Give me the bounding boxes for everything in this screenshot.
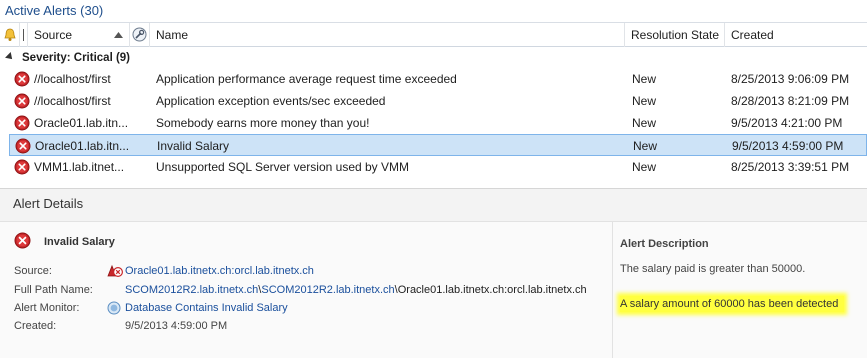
critical-error-icon	[14, 159, 30, 175]
row-created: 9/5/2013 4:21:00 PM	[731, 116, 843, 130]
column-header-resolution-state[interactable]: Resolution State	[625, 23, 725, 47]
full-path-link-2[interactable]: SCOM2012R2.lab.itnetx.ch	[261, 284, 394, 296]
table-row[interactable]: Oracle01.lab.itn... Invalid Salary New 9/5/…	[9, 134, 867, 156]
column-header-created[interactable]: Created	[725, 23, 867, 47]
critical-error-icon	[14, 115, 30, 131]
table-row[interactable]: //localhost/first Application exception e…	[9, 90, 867, 112]
row-resolution-state: New	[632, 94, 657, 108]
severity-group-row[interactable]: Severity: Critical (9)	[0, 50, 867, 68]
row-resolution-state: New	[632, 72, 657, 86]
full-path-field-label: Full Path Name:	[14, 284, 93, 296]
row-source: Oracle01.lab.itn...	[34, 116, 129, 130]
table-row[interactable]: VMM1.lab.itnet... Unsupported SQL Server …	[9, 156, 867, 178]
column-header-maintenance[interactable]	[130, 23, 150, 47]
monitor-link[interactable]: Database Contains Invalid Salary	[125, 302, 288, 314]
row-resolution-state: New	[632, 160, 657, 174]
row-name: Invalid Salary	[157, 139, 230, 153]
row-severity	[14, 115, 30, 131]
source-error-icon	[107, 264, 123, 277]
row-created: 8/25/2013 9:06:09 PM	[731, 72, 850, 86]
column-header-name[interactable]: Name	[150, 23, 625, 47]
row-source: VMM1.lab.itnet...	[34, 160, 125, 174]
row-severity	[15, 138, 31, 154]
severity-group-label: Severity: Critical (9)	[22, 52, 131, 64]
column-header-source[interactable]: Source	[28, 23, 130, 47]
monitor-healthy-icon	[107, 301, 121, 315]
created-field-value: 9/5/2013 4:59:00 PM	[125, 320, 228, 332]
row-source: //localhost/first	[34, 94, 111, 108]
column-header-row: Source Name Resolution State Created	[0, 23, 867, 47]
alerts-grid[interactable]: Source Name Resolution State Created Sev…	[0, 22, 867, 188]
created-field-label: Created:	[14, 320, 57, 332]
row-name: Unsupported SQL Server version used by V…	[156, 160, 410, 174]
row-name: Application exception events/sec exceede…	[156, 94, 386, 108]
full-path-field-value: SCOM2012R2.lab.itnetx.ch\SCOM2012R2.lab.…	[125, 284, 587, 296]
row-severity	[14, 71, 30, 87]
critical-error-icon	[14, 93, 30, 109]
row-resolution-state: New	[632, 116, 657, 130]
row-created: 8/25/2013 3:39:51 PM	[731, 160, 850, 174]
maintenance-icon	[132, 27, 147, 42]
column-header-created-label: Created	[731, 28, 774, 42]
window-title: Active Alerts (30)	[5, 3, 104, 18]
active-alerts-title-bar: Active Alerts (30)	[0, 0, 867, 22]
source-link[interactable]: Oracle01.lab.itnetx.ch:orcl.lab.itnetx.c…	[125, 265, 314, 277]
row-resolution-state: New	[633, 139, 658, 153]
row-severity	[14, 93, 30, 109]
full-path-text-3: Oracle01.lab.itnetx.ch:orcl.lab.itnetx.c…	[397, 284, 587, 296]
column-header-state[interactable]	[20, 23, 28, 47]
chevron-down-icon[interactable]	[5, 52, 15, 62]
critical-error-icon	[14, 232, 31, 249]
alert-description-highlighted-text: A salary amount of 60000 has been detect…	[620, 296, 845, 312]
column-header-resolution-state-label: Resolution State	[631, 28, 720, 42]
row-severity	[14, 159, 30, 175]
alert-description-text: The salary paid is greater than 50000.	[620, 263, 806, 275]
alert-description-panel: Alert Description The salary paid is gre…	[612, 222, 867, 358]
table-row[interactable]: //localhost/first Application performance…	[9, 68, 867, 90]
alert-details-header: Invalid Salary	[14, 232, 115, 249]
critical-error-icon	[14, 71, 30, 87]
source-field-label: Source:	[14, 265, 52, 277]
alert-details-pane: Alert Details Invalid Salary Source: Ora…	[0, 188, 867, 358]
row-name: Somebody earns more money than you!	[156, 116, 370, 130]
column-header-source-label: Source	[34, 28, 73, 42]
row-name: Application performance average request …	[156, 72, 457, 86]
row-created: 8/28/2013 8:21:09 PM	[731, 94, 850, 108]
monitor-field-label: Alert Monitor:	[14, 302, 80, 314]
row-source: Oracle01.lab.itn...	[35, 139, 130, 153]
alert-bell-icon	[4, 28, 16, 41]
row-created: 9/5/2013 4:59:00 PM	[732, 139, 844, 153]
full-path-link-1[interactable]: SCOM2012R2.lab.itnetx.ch	[125, 284, 258, 296]
critical-error-icon	[15, 138, 31, 154]
alert-details-name: Invalid Salary	[44, 236, 115, 248]
row-source: //localhost/first	[34, 72, 111, 86]
alert-description-title: Alert Description	[620, 238, 709, 250]
sort-asc-icon	[114, 32, 123, 38]
alert-details-title: Alert Details	[13, 196, 84, 211]
column-header-name-label: Name	[156, 28, 189, 42]
table-row[interactable]: Oracle01.lab.itn... Somebody earns more m…	[9, 112, 867, 134]
column-header-icon[interactable]	[0, 23, 20, 47]
alert-details-body: Invalid Salary Source: Oracle01.lab.itne…	[0, 221, 867, 358]
